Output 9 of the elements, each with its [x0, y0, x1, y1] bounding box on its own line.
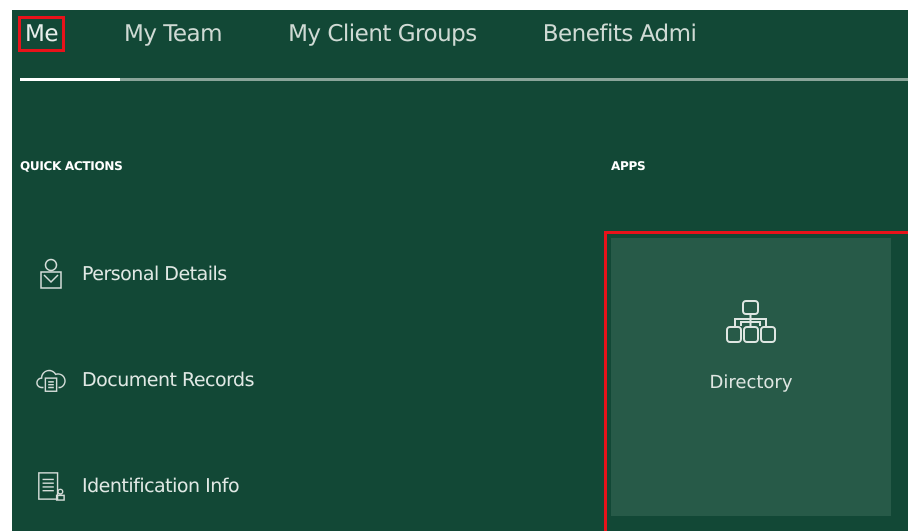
section-heading: QUICK ACTIONS: [20, 159, 122, 175]
nav-tab[interactable]: My Client Groups: [284, 19, 481, 49]
section-heading: APPS: [611, 159, 646, 175]
app-tile[interactable]: Directory: [611, 238, 891, 516]
document-person-icon: [36, 470, 66, 502]
nav-tab[interactable]: My Team: [120, 19, 226, 49]
org-chart-icon: [726, 300, 776, 344]
nav-tab[interactable]: Me: [21, 19, 62, 49]
nav-tab[interactable]: Benefits Admi: [538, 19, 700, 49]
